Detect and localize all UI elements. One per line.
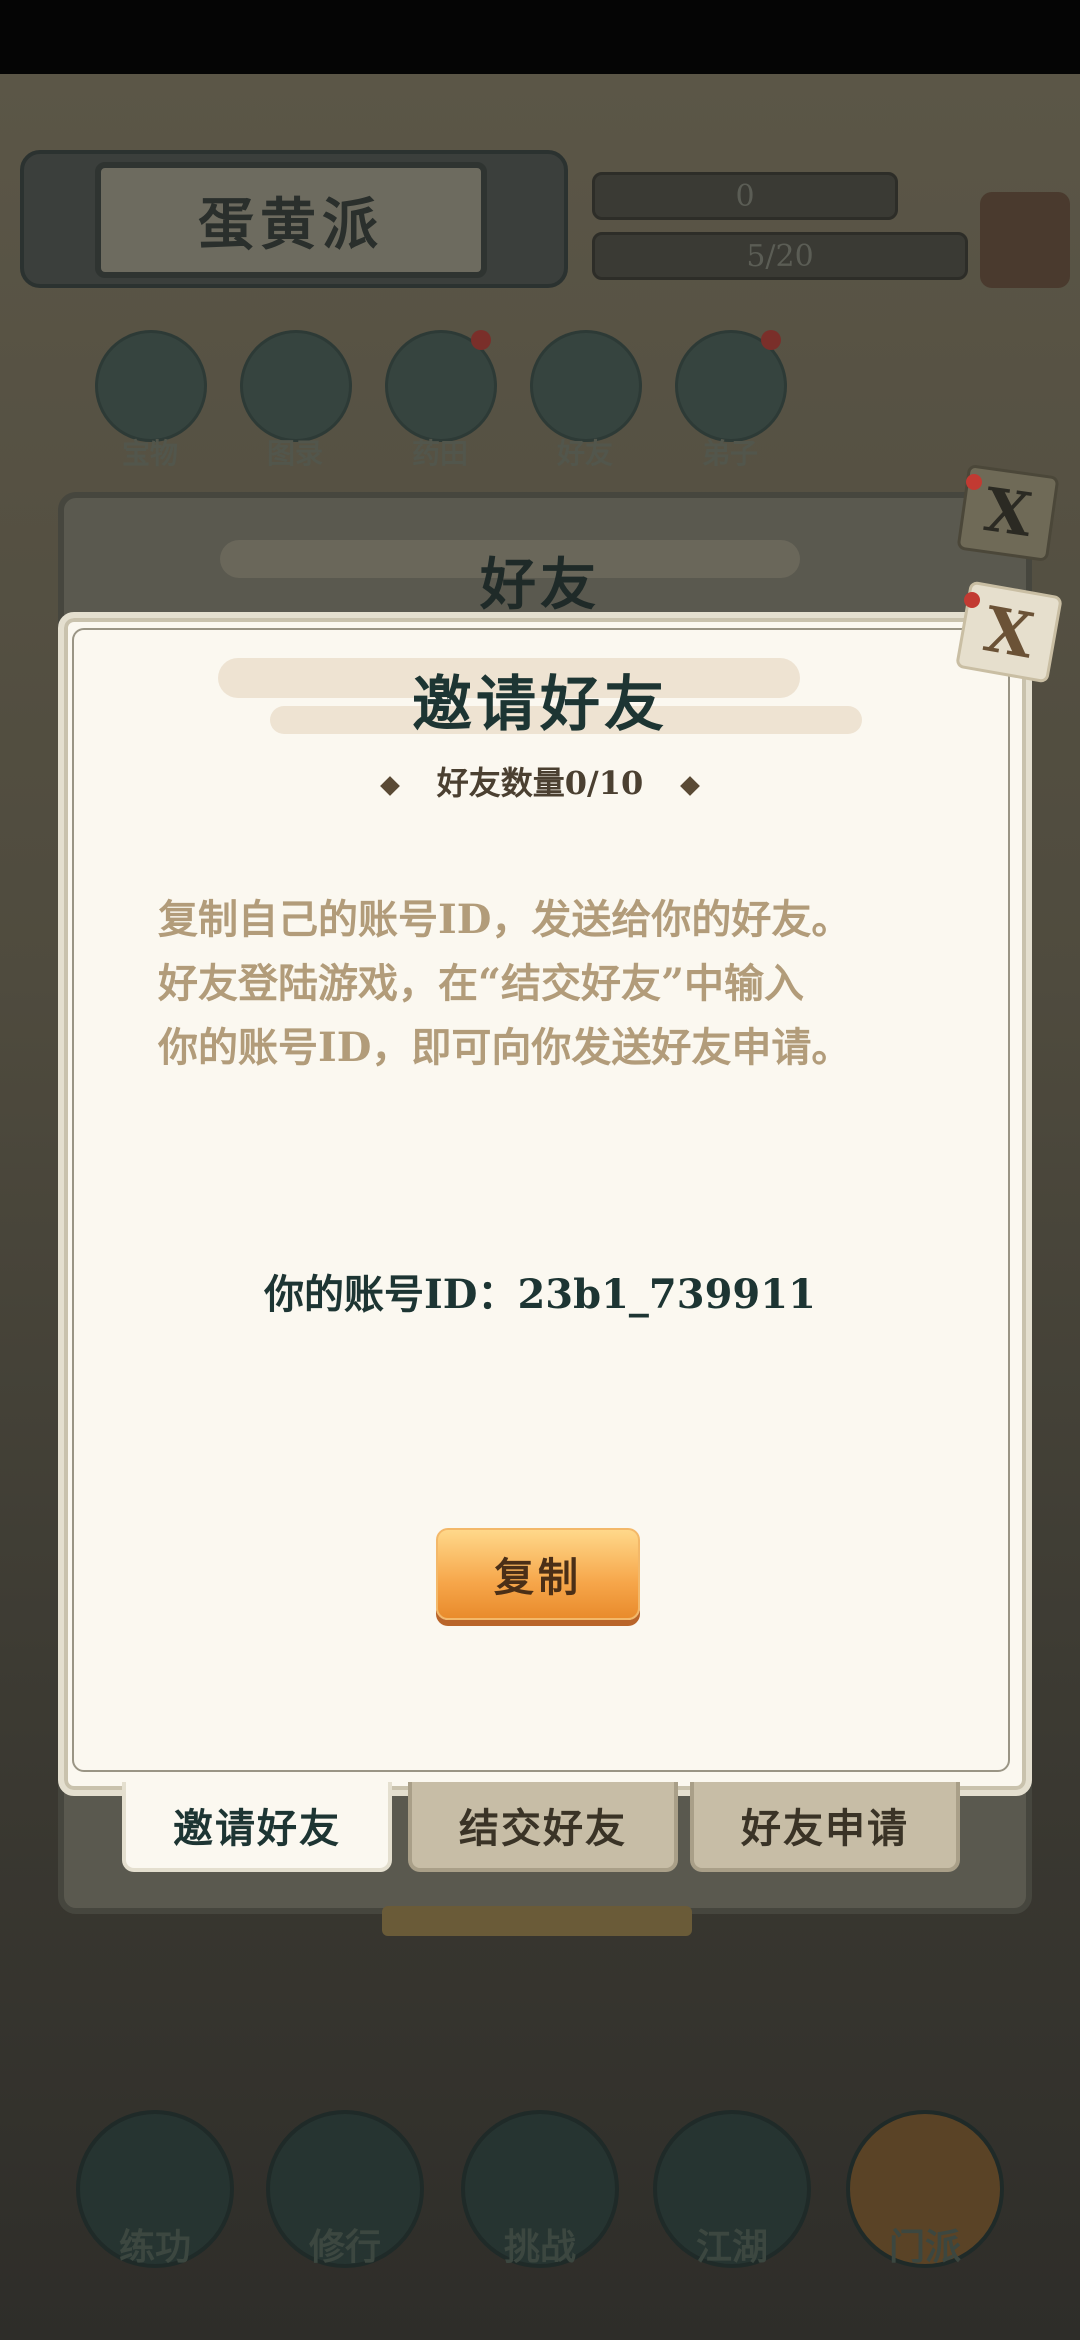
- friends-panel-title: 好友: [480, 552, 600, 618]
- pin-icon: [964, 592, 980, 608]
- copy-button[interactable]: 复制: [436, 1528, 640, 1620]
- close-icon: X: [980, 475, 1036, 551]
- background-icon-friends: 好友: [530, 330, 642, 472]
- tab-invite-friend[interactable]: 邀请好友: [122, 1782, 392, 1872]
- status-bar: [0, 0, 1080, 74]
- invite-description: 复制自己的账号ID，发送给你的好友。 好友登陆游戏，在“结交好友”中输入 你的账…: [158, 888, 948, 1080]
- currency-value: 0: [735, 178, 755, 214]
- close-icon: X: [978, 591, 1040, 673]
- background-icon-herb-field: 药田: [385, 330, 497, 472]
- friends-icon: [530, 330, 642, 442]
- tab-make-friend[interactable]: 结交好友: [408, 1782, 678, 1872]
- diamond-icon: [680, 775, 701, 796]
- description-line: 复制自己的账号ID，发送给你的好友。: [158, 896, 852, 943]
- panel-bottom-strip: [382, 1906, 692, 1936]
- notification-dot: [471, 330, 491, 350]
- nav-sect: 门派: [845, 2110, 1005, 2270]
- notification-dot: [761, 330, 781, 350]
- treasure-icon: [95, 330, 207, 442]
- tab-label: 好友申请: [741, 1805, 909, 1852]
- sect-name-plate: 蛋黄派: [95, 162, 487, 278]
- capacity-bar: 5/20: [592, 232, 968, 280]
- dialog-title: 邀请好友: [412, 670, 668, 740]
- chest-icon: [980, 192, 1070, 288]
- pin-icon: [966, 474, 982, 490]
- copy-button-label: 复制: [494, 1554, 582, 1601]
- tab-label: 结交好友: [459, 1805, 627, 1852]
- background-icon-book: 图录: [240, 330, 352, 472]
- nav-challenge: 挑战: [460, 2110, 620, 2270]
- book-icon: [240, 330, 352, 442]
- friend-count: 好友数量0/10: [436, 764, 644, 802]
- nav-cultivation: 修行: [265, 2110, 425, 2270]
- tab-label: 邀请好友: [173, 1805, 341, 1852]
- tab-friend-requests[interactable]: 好友申请: [690, 1782, 960, 1872]
- account-id: 你的账号ID：23b1_739911: [264, 1271, 816, 1318]
- capacity-value: 5/20: [746, 238, 814, 274]
- sect-name: 蛋黄派: [198, 191, 384, 258]
- background-icon-disciple: 弟子: [675, 330, 787, 472]
- currency-bar: 0: [592, 172, 898, 220]
- friend-count-row: 好友数量0/10: [0, 758, 1080, 804]
- background-icon-treasure: 宝物: [95, 330, 207, 472]
- nav-jianghu: 江湖: [652, 2110, 812, 2270]
- description-line: 好友登陆游戏，在“结交好友”中输入: [158, 960, 805, 1007]
- nav-training: 练功: [75, 2110, 235, 2270]
- description-line: 你的账号ID，即可向你发送好友申请。: [158, 1024, 852, 1071]
- diamond-icon: [379, 775, 400, 796]
